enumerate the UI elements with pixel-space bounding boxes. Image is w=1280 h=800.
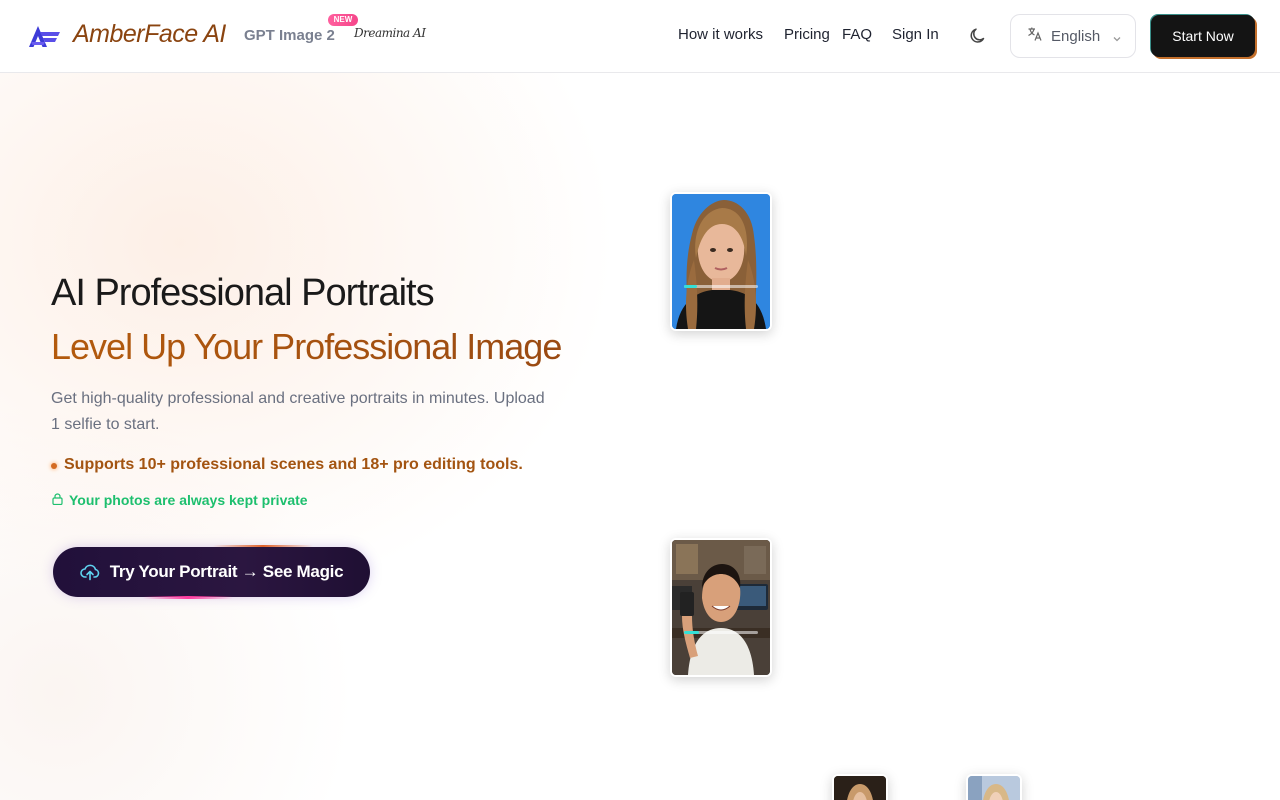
brand-name[interactable]: AmberFace AI <box>73 20 226 49</box>
language-label: English <box>1051 27 1101 45</box>
amberface-logo-icon[interactable] <box>27 24 61 48</box>
try-portrait-button[interactable]: Try Your Portrait → See Magic <box>53 545 370 599</box>
privacy-text: Your photos are always kept private <box>69 492 308 508</box>
portrait-card-woman <box>670 192 772 331</box>
nav-how-it-works[interactable]: How it works <box>678 26 763 43</box>
moon-icon[interactable] <box>968 26 988 46</box>
gpt-image-link[interactable]: GPT Image 2 <box>244 27 335 44</box>
portrait-card-thumbnail <box>966 774 1022 800</box>
dreamina-logo[interactable]: Dreamina AI <box>354 26 426 40</box>
cta-label: Try Your Portrait → See Magic <box>109 562 344 581</box>
start-now-button[interactable]: Start Now <box>1151 15 1255 57</box>
language-select[interactable]: English <box>1010 14 1136 58</box>
translate-icon <box>1027 26 1043 47</box>
feature-highlight: Supports 10+ professional scenes and 18+… <box>51 456 523 474</box>
top-navbar: AmberFace AI GPT Image 2 NEW Dreamina AI… <box>0 0 1280 73</box>
lock-icon <box>52 492 63 508</box>
hero-title: AI Professional Portraits <box>51 272 435 314</box>
hero-subtitle: Level Up Your Professional Image <box>51 326 562 367</box>
nav-pricing[interactable]: Pricing <box>784 26 830 43</box>
cloud-upload-icon <box>79 563 100 581</box>
nav-faq[interactable]: FAQ <box>842 26 872 43</box>
portrait-card-selfie <box>670 538 772 677</box>
nav-sign-in[interactable]: Sign In <box>892 26 939 43</box>
new-badge: NEW <box>328 14 358 26</box>
progress-fill <box>684 631 699 634</box>
privacy-note: Your photos are always kept private <box>52 492 308 508</box>
chevron-down-icon <box>1112 31 1122 49</box>
generation-progress-bar <box>684 631 758 634</box>
hero-description: Get high-quality professional and creati… <box>51 390 545 433</box>
feature-text: Supports 10+ professional scenes and 18+… <box>64 456 523 473</box>
generation-progress-bar <box>684 285 758 288</box>
portrait-card-thumbnail <box>832 774 888 800</box>
progress-fill <box>684 285 698 288</box>
